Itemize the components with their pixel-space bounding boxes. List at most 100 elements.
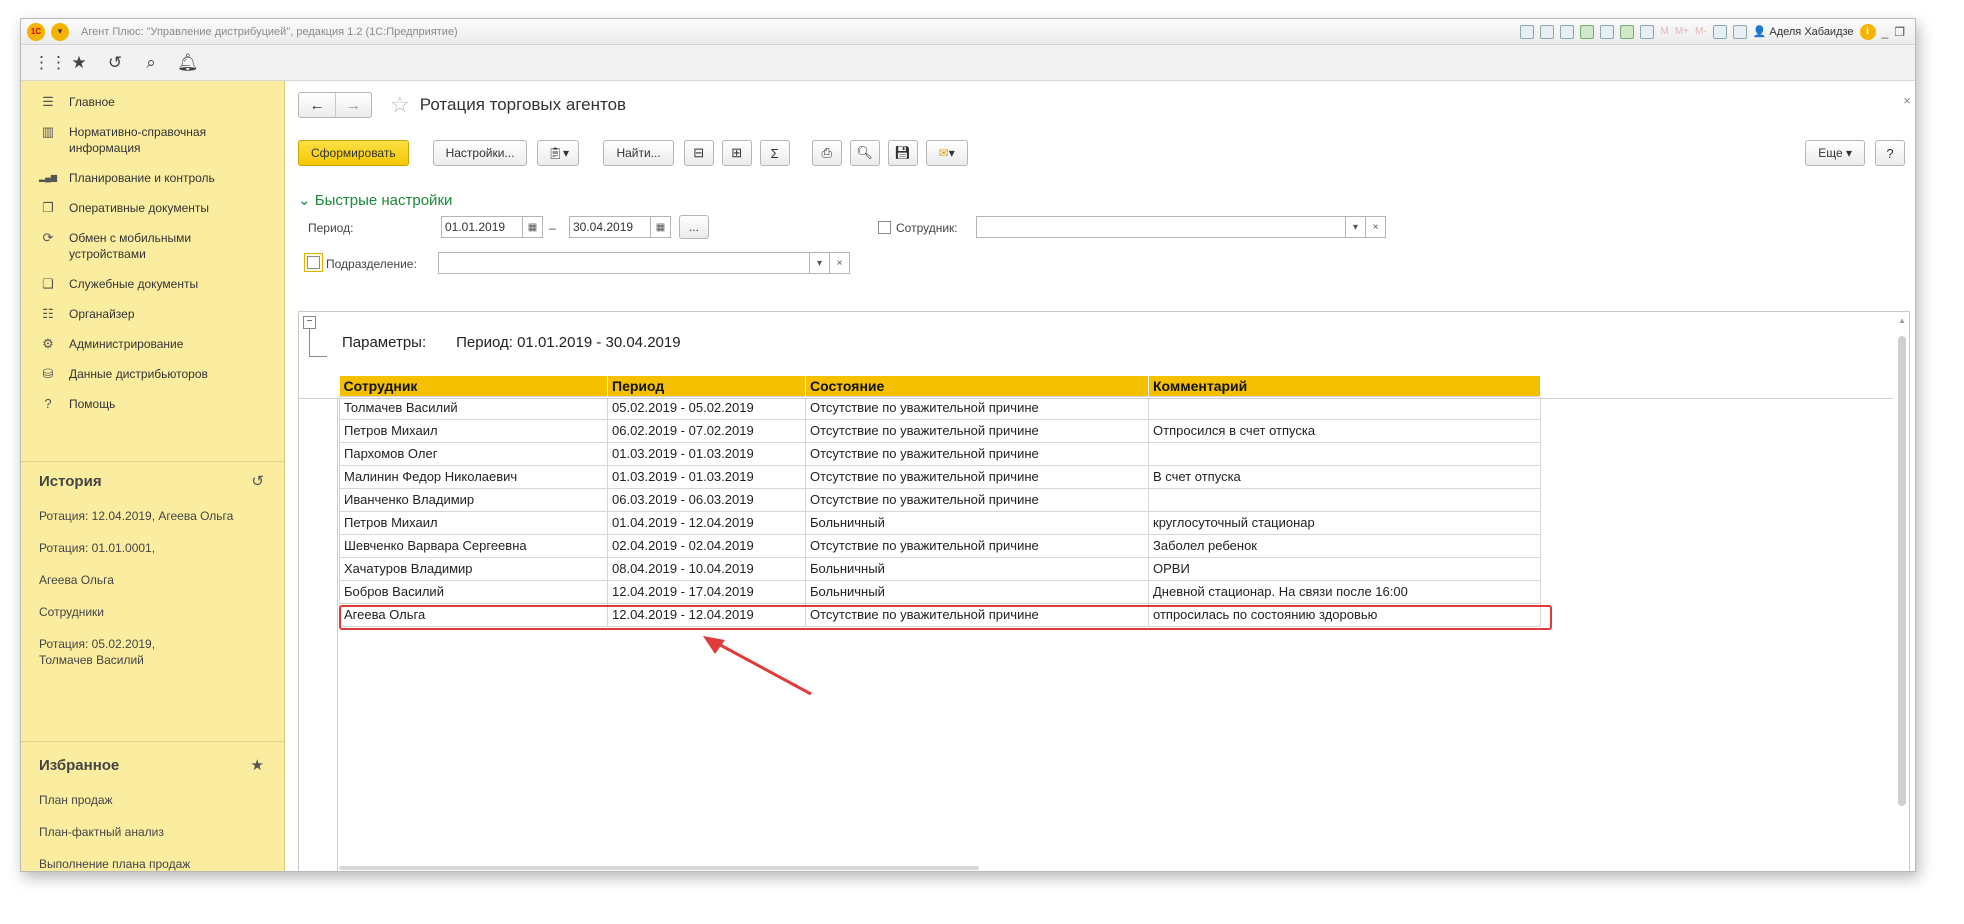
memory-mplus-button[interactable]: M+: [1675, 26, 1689, 37]
print-icon[interactable]: ⎙: [811, 140, 842, 166]
apps-grid-icon[interactable]: ⋮⋮: [33, 53, 67, 73]
department-checkbox-frame[interactable]: [304, 253, 323, 272]
cell[interactable]: Петров Михаил: [339, 418, 608, 443]
favorite-item[interactable]: Выполнение плана продаж: [21, 848, 284, 871]
sidebar-item-planning[interactable]: ▂▄▆ Планирование и контроль: [21, 163, 284, 193]
cell[interactable]: Отсутствие по уважительной причине: [805, 441, 1149, 466]
sidebar-item-organizer[interactable]: ☷ Органайзер: [21, 299, 284, 329]
cell[interactable]: 01.04.2019 - 12.04.2019: [607, 510, 806, 535]
collapse-groups-icon[interactable]: ⊟: [683, 140, 714, 166]
variant-dropdown-button[interactable]: 📋︎ ▾: [537, 140, 580, 166]
expand-groups-icon[interactable]: ⊞: [721, 140, 752, 166]
preview-icon[interactable]: [1560, 24, 1575, 39]
settings-button[interactable]: Настройки...: [432, 140, 528, 166]
sidebar-item-help[interactable]: ? Помощь: [21, 389, 284, 419]
horizontal-scrollbar[interactable]: [339, 866, 979, 870]
save-icon[interactable]: [1520, 24, 1535, 39]
add-favorite-star-icon[interactable]: ☆: [390, 92, 410, 118]
cell[interactable]: Хачатуров Владимир: [339, 556, 608, 581]
help-button[interactable]: ?: [1875, 140, 1905, 166]
report-spreadsheet[interactable]: − Параметры: Период: 01.01.2019 - 30.04.…: [298, 311, 1910, 871]
bell-icon[interactable]: 🔔︎: [177, 53, 199, 73]
main-menu-icon[interactable]: ▾: [51, 22, 69, 41]
cell[interactable]: Заболел ребенок: [1148, 533, 1541, 558]
info-icon[interactable]: i: [1859, 23, 1876, 40]
cell[interactable]: 05.02.2019 - 05.02.2019: [607, 395, 806, 420]
table-row[interactable]: Петров Михаил 06.02.2019 - 07.02.2019 Отсу…: [339, 418, 1541, 443]
panels-icon[interactable]: [1732, 24, 1747, 39]
history-item[interactable]: Ротация: 12.04.2019, Агеева Ольга: [21, 500, 284, 532]
sidebar-item-operational-docs[interactable]: ❐ Оперативные документы: [21, 193, 284, 223]
history-item[interactable]: Агеева Ольга: [21, 564, 284, 596]
cell[interactable]: Шевченко Варвара Сергеевна: [339, 533, 608, 558]
table-row[interactable]: Толмачев Василий 05.02.2019 - 05.02.2019 О…: [339, 395, 1541, 420]
calendar-icon[interactable]: [1640, 24, 1655, 39]
cell[interactable]: Пархомов Олег: [339, 441, 608, 466]
sidebar-item-reference[interactable]: ▥ Нормативно-справочная информация: [21, 117, 284, 163]
link-icon[interactable]: [1580, 24, 1595, 39]
employee-input[interactable]: [976, 216, 1346, 238]
back-button[interactable]: ←: [299, 93, 335, 117]
cell[interactable]: 02.04.2019 - 02.04.2019: [607, 533, 806, 558]
table-row[interactable]: Шевченко Варвара Сергеевна 02.04.2019 - 0…: [339, 533, 1541, 558]
send-mail-button[interactable]: ✉ ▾: [925, 140, 968, 166]
cell[interactable]: ОРВИ: [1148, 556, 1541, 581]
sum-icon[interactable]: Σ: [759, 140, 790, 166]
sidebar-item-mobile-exchange[interactable]: ⟳ Обмен с мобильными устройствами: [21, 223, 284, 269]
clear-icon[interactable]: ×: [830, 252, 850, 274]
table-row[interactable]: Малинин Федор Николаевич 01.03.2019 - 01.…: [339, 464, 1541, 489]
table-row[interactable]: Иванченко Владимир 06.03.2019 - 06.03.201…: [339, 487, 1541, 512]
cell[interactable]: Толмачев Василий: [339, 395, 608, 420]
1c-logo-icon[interactable]: 1С: [27, 22, 45, 41]
vertical-scrollbar[interactable]: ▲: [1895, 312, 1909, 871]
sidebar-item-administration[interactable]: ⚙ Администрирование: [21, 329, 284, 359]
cell[interactable]: [1148, 441, 1541, 466]
cell[interactable]: 01.03.2019 - 01.03.2019: [607, 441, 806, 466]
calculator-icon[interactable]: [1620, 24, 1635, 39]
current-user[interactable]: 👤 Аделя Хабаидзе: [1753, 25, 1854, 39]
cell[interactable]: Малинин Федор Николаевич: [339, 464, 608, 489]
table-row[interactable]: Петров Михаил 01.04.2019 - 12.04.2019 Боль…: [339, 510, 1541, 535]
history-item[interactable]: Ротация: 05.02.2019, Толмачев Василий: [21, 628, 221, 676]
favorites-star-icon[interactable]: ★: [251, 756, 264, 774]
quick-settings-toggle[interactable]: ⌄ Быстрые настройки: [298, 191, 452, 209]
clear-icon[interactable]: ×: [1366, 216, 1386, 238]
cell[interactable]: 06.03.2019 - 06.03.2019: [607, 487, 806, 512]
cell[interactable]: Больничный: [805, 510, 1149, 535]
table-row[interactable]: Хачатуров Владимир 08.04.2019 - 10.04.201…: [339, 556, 1541, 581]
cell[interactable]: Больничный: [805, 556, 1149, 581]
chevron-down-icon[interactable]: ▾: [810, 252, 830, 274]
sidebar-item-service-docs[interactable]: ❏ Служебные документы: [21, 269, 284, 299]
cell[interactable]: Отсутствие по уважительной причине: [805, 533, 1149, 558]
period-choose-button[interactable]: ...: [679, 215, 709, 239]
history-icon[interactable]: ↺: [105, 53, 125, 73]
preview-icon[interactable]: 🔍︎: [849, 140, 880, 166]
calendar-icon[interactable]: ▦: [651, 216, 671, 238]
print-icon[interactable]: [1540, 24, 1555, 39]
favorite-item[interactable]: План продаж: [21, 784, 284, 816]
cell[interactable]: Отсутствие по уважительной причине: [805, 464, 1149, 489]
collapse-group-icon[interactable]: −: [303, 316, 316, 329]
cell[interactable]: 12.04.2019 - 17.04.2019: [607, 579, 806, 604]
memory-mminus-button[interactable]: M-: [1695, 26, 1707, 37]
cell[interactable]: [1148, 487, 1541, 512]
sidebar-item-distributor-data[interactable]: ⛁ Данные дистрибьюторов: [21, 359, 284, 389]
generate-button[interactable]: Сформировать: [298, 140, 409, 166]
cell[interactable]: Дневной стационар. На связи после 16:00: [1148, 579, 1541, 604]
close-icon[interactable]: ×: [1903, 93, 1911, 108]
favorite-item[interactable]: План-фактный анализ: [21, 816, 284, 848]
cell[interactable]: 08.04.2019 - 10.04.2019: [607, 556, 806, 581]
cell[interactable]: Иванченко Владимир: [339, 487, 608, 512]
restore-button[interactable]: ❐: [1894, 25, 1905, 39]
period-from-input[interactable]: 01.01.2019: [441, 216, 523, 238]
memory-m-button[interactable]: M: [1660, 26, 1668, 37]
cell[interactable]: [1148, 395, 1541, 420]
sidebar-item-main[interactable]: ☰ Главное: [21, 87, 284, 117]
cell[interactable]: В счет отпуска: [1148, 464, 1541, 489]
zoom-icon[interactable]: [1712, 24, 1727, 39]
period-to-input[interactable]: 30.04.2019: [569, 216, 651, 238]
forward-button[interactable]: →: [335, 93, 371, 117]
history-item[interactable]: Ротация: 01.01.0001,: [21, 532, 284, 564]
mail-icon[interactable]: [1600, 24, 1615, 39]
find-button[interactable]: Найти...: [603, 140, 674, 166]
